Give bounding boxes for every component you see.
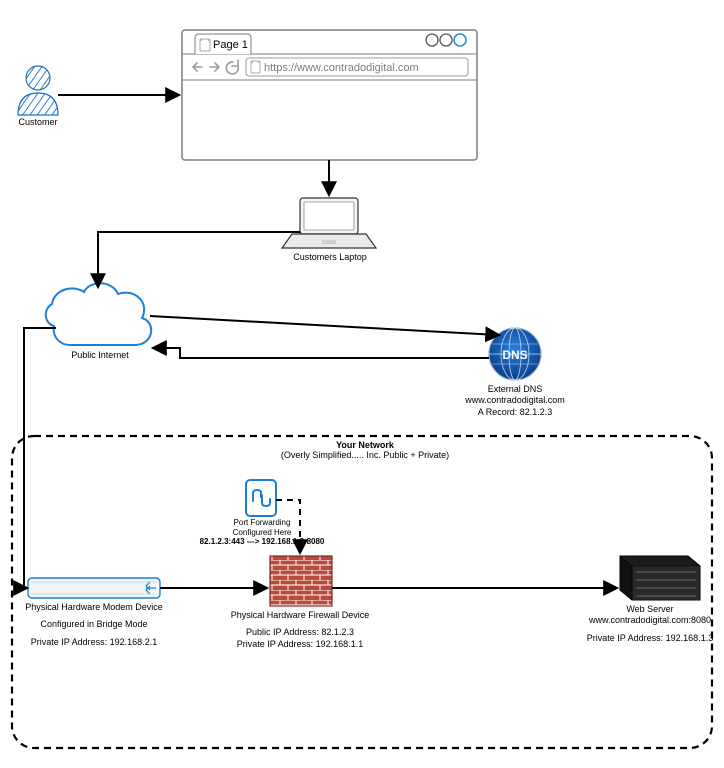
dns-text: DNS bbox=[502, 348, 527, 362]
browser-window: Page 1 https://www.contradodi bbox=[182, 30, 477, 160]
pf-label-1: Port Forwarding bbox=[162, 518, 362, 528]
firewall-title: Physical Hardware Firewall Device bbox=[220, 610, 380, 621]
dns-label-record: A Record: 82.1.2.3 bbox=[455, 407, 575, 418]
pf-mapping: 82.1.2.3:443 ---> 192.168.1.3:8080 bbox=[162, 537, 362, 547]
modem-line1: Configured in Bridge Mode bbox=[14, 619, 174, 630]
webserver-domain: www.contradodigital.com:8080 bbox=[580, 615, 720, 626]
network-title-2: (Overly Simplified..... Inc. Public + Pr… bbox=[250, 450, 480, 460]
port-forwarding-icon bbox=[246, 480, 276, 516]
browser-tab-1[interactable]: Page 1 bbox=[195, 34, 251, 54]
cloud-label: Public Internet bbox=[60, 350, 140, 361]
network-title-1: Your Network bbox=[250, 440, 480, 450]
browser-tab-label: Page 1 bbox=[213, 39, 248, 51]
address-bar[interactable]: https://www.contradodigital.com bbox=[246, 58, 468, 76]
network-title: Your Network (Overly Simplified..... Inc… bbox=[250, 440, 480, 460]
cloud-icon bbox=[46, 283, 151, 345]
webserver-label: Web Server www.contradodigital.com:8080 … bbox=[580, 604, 720, 644]
modem-icon bbox=[28, 578, 160, 598]
customer-label: Customer bbox=[18, 117, 58, 128]
webserver-title: Web Server bbox=[580, 604, 720, 615]
edge-dns-to-cloud bbox=[154, 348, 489, 358]
laptop-label: Customers Laptop bbox=[290, 252, 370, 263]
laptop-icon bbox=[282, 198, 376, 248]
edge-cloud-to-dns bbox=[150, 316, 498, 335]
webserver-line2: Private IP Address: 192.168.1.3 bbox=[580, 633, 720, 644]
modem-title: Physical Hardware Modem Device bbox=[14, 602, 174, 613]
web-server-icon bbox=[620, 556, 700, 600]
firewall-line2: Private IP Address: 192.168.1.1 bbox=[220, 639, 380, 650]
modem-label: Physical Hardware Modem Device Configure… bbox=[14, 602, 174, 648]
modem-line2: Private IP Address: 192.168.2.1 bbox=[14, 637, 174, 648]
edge-cloud-to-modem bbox=[24, 328, 56, 588]
pf-label-2: Configured Here bbox=[162, 528, 362, 538]
firewall-line1: Public IP Address: 82.1.2.3 bbox=[220, 627, 380, 638]
dns-label-title: External DNS bbox=[455, 384, 575, 395]
dns-label: External DNS www.contradodigital.com A R… bbox=[455, 384, 575, 418]
dns-label-domain: www.contradodigital.com bbox=[455, 395, 575, 406]
firewall-icon bbox=[270, 556, 332, 606]
firewall-label: Physical Hardware Firewall Device Public… bbox=[220, 610, 380, 650]
address-bar-text: https://www.contradodigital.com bbox=[264, 62, 419, 74]
customer-icon bbox=[18, 66, 58, 115]
edge-laptop-to-cloud bbox=[98, 232, 300, 286]
port-forwarding-label: Port Forwarding Configured Here 82.1.2.3… bbox=[162, 518, 362, 547]
